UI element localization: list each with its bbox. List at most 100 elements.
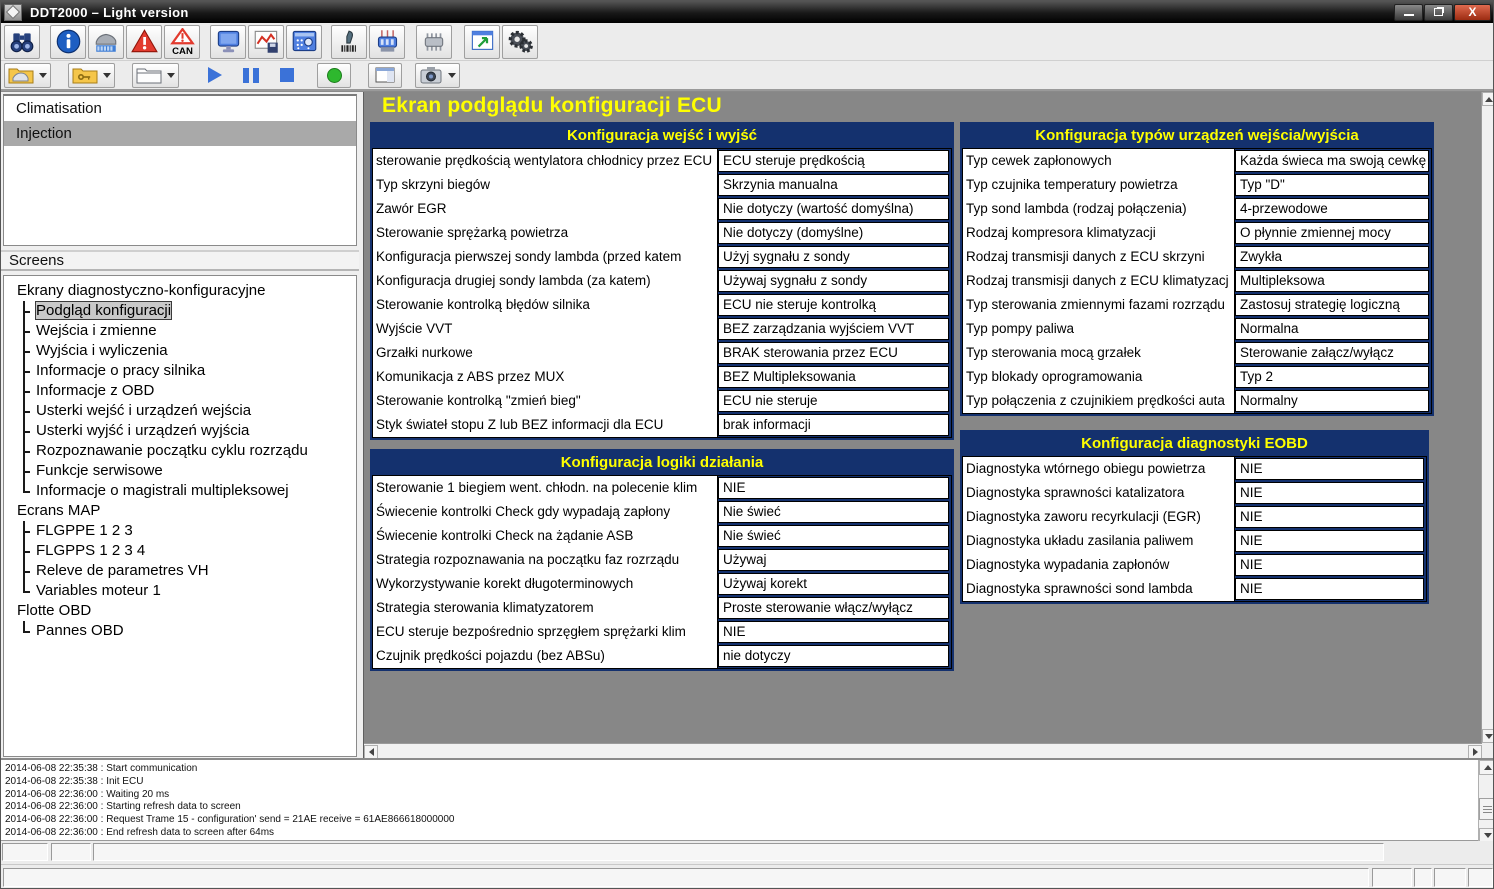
config-row-label: Diagnostyka wypadania zapłonów — [963, 553, 1235, 577]
tree-item[interactable]: Releve de parametres VH — [4, 561, 356, 581]
tree-item[interactable]: Funkcje serwisowe — [4, 461, 356, 481]
scroll-down-button[interactable] — [1482, 729, 1494, 743]
config-row-value: Nie dotyczy (domyślne) — [718, 222, 949, 244]
log-scrollbar[interactable] — [1478, 760, 1494, 843]
vehicle-icon — [92, 29, 120, 55]
config-row-value: Multipleksowa — [1235, 270, 1429, 292]
config-row-label: Świecenie kontrolki Check na żądanie ASB — [373, 524, 718, 548]
config-row-value-wrap: ECU nie steruje — [718, 389, 951, 413]
scroll-left-button[interactable] — [364, 745, 378, 759]
scroll-right-icon — [1473, 748, 1478, 756]
screen-display-button[interactable] — [210, 25, 246, 59]
log-lines: 2014-06-08 22:35:38 : Start communicatio… — [1, 760, 1477, 843]
actuator-test-button[interactable] — [331, 25, 367, 59]
config-row-label: Diagnostyka sprawności sond lambda — [963, 577, 1235, 601]
info-button[interactable] — [50, 25, 86, 59]
toolbar-file — [1, 61, 1494, 91]
config-row-label: Świecenie kontrolki Check gdy wypadają z… — [373, 500, 718, 524]
tree-item[interactable]: Rozpoznawanie początku cyklu rozrządu — [4, 441, 356, 461]
log-line: 2014-06-08 22:35:38 : Start communicatio… — [5, 763, 1477, 776]
horizontal-scrollbar[interactable] — [364, 743, 1482, 759]
graph-record-button[interactable] — [248, 25, 284, 59]
panel-eobd-title: Konfiguracja diagnostyki EOBD — [962, 432, 1427, 456]
record-icon — [327, 68, 342, 83]
tree-item[interactable]: Usterki wyjść i urządzeń wyjścia — [4, 421, 356, 441]
open-window-button[interactable] — [464, 25, 500, 59]
tree-item[interactable]: Informacje o magistrali multipleksowej — [4, 481, 356, 501]
tree-item[interactable]: Pannes OBD — [4, 621, 356, 641]
measurement-panel-button[interactable] — [286, 25, 322, 59]
open-vehicle-button[interactable] — [4, 63, 51, 88]
tree-item[interactable]: Informacje o pracy silnika — [4, 361, 356, 381]
config-row-value: NIE — [1235, 578, 1424, 600]
config-row-value: ECU nie steruje — [718, 390, 949, 412]
tree-item[interactable]: Ekrany diagnostyczno-konfiguracyjne — [4, 281, 356, 301]
dropdown-arrow-icon[interactable] — [167, 73, 175, 78]
config-row-value-wrap: Nie dotyczy (wartość domyślna) — [718, 197, 951, 221]
log-scroll-thumb[interactable] — [1479, 798, 1494, 820]
system-list-item[interactable]: Climatisation — [4, 96, 356, 121]
config-row-value: Typ "D" — [1235, 174, 1429, 196]
close-button[interactable]: X — [1454, 4, 1491, 21]
tree-item[interactable]: Flotte OBD — [4, 601, 356, 621]
scroll-right-button[interactable] — [1468, 745, 1482, 759]
config-row-value-wrap: ECU nie steruje kontrolką — [718, 293, 951, 317]
memory-chip-button[interactable] — [416, 25, 452, 59]
ecu-connector-button[interactable] — [369, 25, 405, 59]
settings-button[interactable] — [502, 25, 538, 59]
vertical-scrollbar[interactable] — [1481, 92, 1494, 743]
config-row-value: Używaj korekt — [718, 573, 949, 595]
open-keyed-folder-button[interactable] — [68, 63, 115, 88]
dropdown-arrow-icon[interactable] — [39, 73, 47, 78]
system-list-item[interactable]: Injection — [4, 121, 356, 146]
tree-item[interactable]: Informacje z OBD — [4, 381, 356, 401]
scroll-down-icon — [1485, 734, 1493, 739]
config-row-label: Typ połączenia z czujnikiem prędkości au… — [963, 389, 1235, 413]
vehicle-data-button[interactable] — [88, 25, 124, 59]
tree-item-label: Releve de parametres VH — [36, 562, 209, 579]
config-row: Świecenie kontrolki Check na żądanie ASB… — [373, 524, 951, 548]
tree-item-label: Usterki wyjść i urządzeń wyjścia — [36, 422, 249, 439]
tree-item[interactable]: FLGPPE 1 2 3 — [4, 521, 356, 541]
control-panel-icon — [291, 28, 318, 55]
sidebar: Climatisation Injection Screens Ekrany d… — [1, 92, 363, 759]
tree-item[interactable]: Variables moteur 1 — [4, 581, 356, 601]
tree-item[interactable]: Ecrans MAP — [4, 501, 356, 521]
snapshot-button[interactable] — [415, 63, 460, 88]
tree-item[interactable]: Podgląd konfiguracji — [4, 301, 356, 321]
open-folder-button[interactable] — [132, 63, 179, 88]
config-row-value: ECU steruje prędkością — [718, 150, 949, 172]
log-line: 2014-06-08 22:36:00 : Request Trame 15 -… — [5, 814, 1477, 827]
config-row-value: ECU nie steruje kontrolką — [718, 294, 949, 316]
config-row: Komunikacja z ABS przez MUX BEZ Multiple… — [373, 365, 951, 389]
search-button[interactable] — [4, 25, 40, 59]
config-row: Typ skrzyni biegów Skrzynia manualna — [373, 173, 951, 197]
minimize-button[interactable] — [1394, 4, 1423, 21]
tree-item[interactable]: FLGPPS 1 2 3 4 — [4, 541, 356, 561]
dropdown-arrow-icon[interactable] — [103, 73, 111, 78]
can-faults-button[interactable]: CAN — [164, 25, 200, 59]
dropdown-arrow-icon[interactable] — [448, 73, 456, 78]
scroll-up-button[interactable] — [1482, 92, 1494, 106]
record-button[interactable] — [317, 63, 351, 88]
config-row-value-wrap: Użyj sygnału z sondy — [718, 245, 951, 269]
config-row: Strategia sterowania klimatyzatorem Pros… — [373, 596, 951, 620]
log-scroll-up-button[interactable] — [1479, 760, 1494, 775]
config-row: Diagnostyka sprawności sond lambda NIE — [963, 577, 1426, 601]
tree-item[interactable]: Wejścia i zmienne — [4, 321, 356, 341]
stop-button[interactable] — [270, 63, 304, 88]
window-controls: X — [1393, 4, 1491, 21]
maximize-button[interactable] — [1424, 4, 1453, 21]
faults-button[interactable] — [126, 25, 162, 59]
tree-item[interactable]: Wyjścia i wyliczenia — [4, 341, 356, 361]
config-row: Konfiguracja drugiej sondy lambda (za ka… — [373, 269, 951, 293]
pause-button[interactable] — [234, 63, 268, 88]
tree-item-label: Flotte OBD — [17, 602, 91, 619]
config-row-label: Typ sond lambda (rodzaj połączenia) — [963, 197, 1235, 221]
tree-item[interactable]: Usterki wejść i urządzeń wejścia — [4, 401, 356, 421]
screen-layout-button[interactable] — [368, 63, 402, 88]
play-button[interactable] — [198, 63, 232, 88]
config-row-value-wrap: NIE — [1235, 577, 1426, 601]
config-row-value-wrap: Nie dotyczy (domyślne) — [718, 221, 951, 245]
config-row: ECU steruje bezpośrednio sprzęgłem spręż… — [373, 620, 951, 644]
